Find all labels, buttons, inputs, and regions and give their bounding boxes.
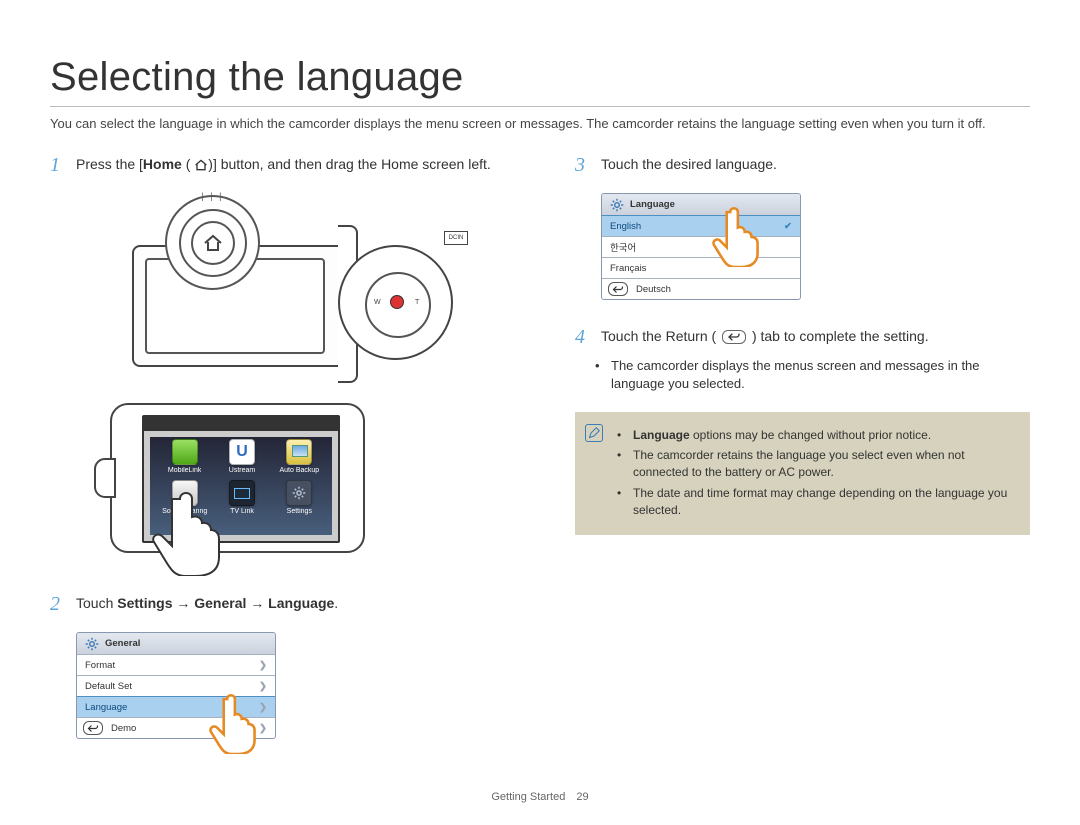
title-rule xyxy=(50,106,1030,107)
check-icon: ✔ xyxy=(784,221,792,232)
home-app[interactable]: Auto Backup xyxy=(279,439,319,474)
device-illustration-homescreen: MobileLinkUUstreamAuto BackupSocial Shar… xyxy=(110,403,370,578)
step-2-text: Touch Settings → General → Language. xyxy=(76,594,338,614)
app-icon: U xyxy=(229,439,255,465)
chevron-right-icon: ❯ xyxy=(259,681,267,692)
step-number: 1 xyxy=(50,155,68,175)
step-3: 3 Touch the desired language. xyxy=(575,155,1030,175)
note-item: •The camcorder retains the language you … xyxy=(617,447,1016,482)
step-2: 2 Touch Settings → General → Language. xyxy=(50,594,520,614)
return-button[interactable] xyxy=(83,721,103,735)
home-button-callout: | | | xyxy=(165,195,260,290)
note-item: •The date and time format may change dep… xyxy=(617,485,1016,520)
step-number: 2 xyxy=(50,594,68,614)
page-title: Selecting the language xyxy=(50,55,1030,100)
panel-header: General xyxy=(77,633,275,654)
panel-row[interactable]: Français xyxy=(602,257,800,278)
chevron-right-icon: ❯ xyxy=(259,723,267,734)
panel-row[interactable]: Language❯ xyxy=(77,696,275,717)
panel-row[interactable]: Format❯ xyxy=(77,654,275,675)
note-item: •Language options may be changed without… xyxy=(617,427,1016,444)
app-icon xyxy=(286,480,312,506)
app-icon xyxy=(229,480,255,506)
chevron-right-icon: ❯ xyxy=(259,702,267,713)
step-1-text: Press the [Home ( )] button, and then dr… xyxy=(76,155,491,175)
page-footer: Getting Started 29 xyxy=(0,791,1080,803)
footer-section: Getting Started xyxy=(491,791,565,803)
home-app[interactable]: Settings xyxy=(286,480,312,515)
return-button[interactable] xyxy=(608,282,628,296)
app-label: Settings xyxy=(287,508,312,515)
app-label: Ustream xyxy=(229,467,255,474)
gear-icon xyxy=(610,198,624,212)
footer-page-number: 29 xyxy=(576,791,588,803)
swipe-hand-icon xyxy=(150,481,230,576)
app-label: TV Link xyxy=(230,508,254,515)
panel-row[interactable]: Demo❯ xyxy=(77,717,275,738)
home-app[interactable]: U Ustream xyxy=(229,439,255,474)
step-4-sub: •The camcorder displays the menus screen… xyxy=(595,357,1030,393)
step-number: 3 xyxy=(575,155,593,175)
intro-text: You can select the language in which the… xyxy=(50,115,1030,133)
step-number: 4 xyxy=(575,327,593,347)
zoom-w-label: W xyxy=(374,299,381,306)
panel-row[interactable]: Default Set❯ xyxy=(77,675,275,696)
app-label: Auto Backup xyxy=(279,467,319,474)
step-4-text: Touch the Return ( ) tab to complete the… xyxy=(601,327,929,347)
home-app[interactable]: MobileLink xyxy=(168,439,201,474)
panel-header: Language xyxy=(602,194,800,215)
chevron-right-icon: ❯ xyxy=(259,660,267,671)
dcin-label: DCIN xyxy=(444,231,468,245)
home-icon xyxy=(194,159,208,171)
return-icon xyxy=(722,330,746,344)
step-1: 1 Press the [Home ( )] button, and then … xyxy=(50,155,520,175)
gear-icon xyxy=(85,637,99,651)
zoom-t-label: T xyxy=(415,299,419,306)
app-icon xyxy=(286,439,312,465)
panel-row[interactable]: 한국어 xyxy=(602,236,800,257)
general-settings-panel: GeneralFormat❯Default Set❯Language❯Demo❯ xyxy=(76,632,276,739)
panel-row[interactable]: English✔ xyxy=(602,215,800,236)
note-icon xyxy=(585,424,603,442)
home-app[interactable]: TV Link xyxy=(229,480,255,515)
device-illustration-top: W T DCIN | | | xyxy=(90,185,470,395)
note-box: •Language options may be changed without… xyxy=(575,412,1030,535)
step-3-text: Touch the desired language. xyxy=(601,155,777,175)
panel-row[interactable]: Deutsch xyxy=(602,278,800,299)
step-4: 4 Touch the Return ( ) tab to complete t… xyxy=(575,327,1030,347)
app-icon xyxy=(172,439,198,465)
app-label: MobileLink xyxy=(168,467,201,474)
language-panel: LanguageEnglish✔한국어FrançaisDeutsch xyxy=(601,193,801,300)
